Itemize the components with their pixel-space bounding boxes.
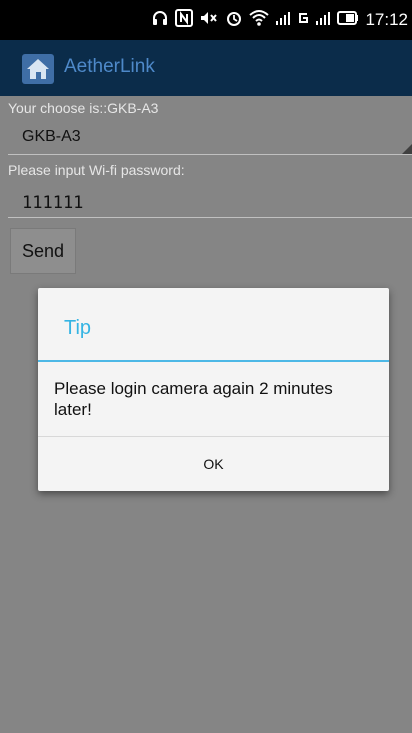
alarm-icon [225,9,243,31]
tip-dialog: Tip Please login camera again 2 minutes … [38,288,389,491]
signal-3g-icon [275,9,291,31]
status-bar: 17:12 [0,0,412,40]
nfc-icon [175,9,194,31]
battery-icon [337,10,359,30]
dialog-message: Please login camera again 2 minutes late… [54,379,333,419]
device-spinner-value: GKB-A3 [22,128,81,145]
status-time: 17:12 [365,10,408,29]
wifi-icon [249,9,270,31]
password-label: Please input Wi-fi password: [8,162,185,178]
dropdown-arrow-icon [402,144,412,154]
mute-icon [199,9,219,31]
password-input[interactable] [8,188,412,218]
signal-2-icon [315,9,331,31]
app-title: AetherLink [64,56,155,77]
dialog-title-divider [38,360,389,362]
device-spinner[interactable]: GKB-A3 [8,122,412,155]
headset-icon [151,9,169,31]
app-bar: AetherLink [0,40,412,98]
device-choice-label: Your choose is::GKB-A3 [8,100,159,116]
network-g-icon [297,9,309,31]
home-icon[interactable] [22,54,54,84]
ok-button[interactable]: OK [38,437,389,491]
send-button[interactable]: Send [10,228,76,274]
dialog-title: Tip [64,317,92,339]
